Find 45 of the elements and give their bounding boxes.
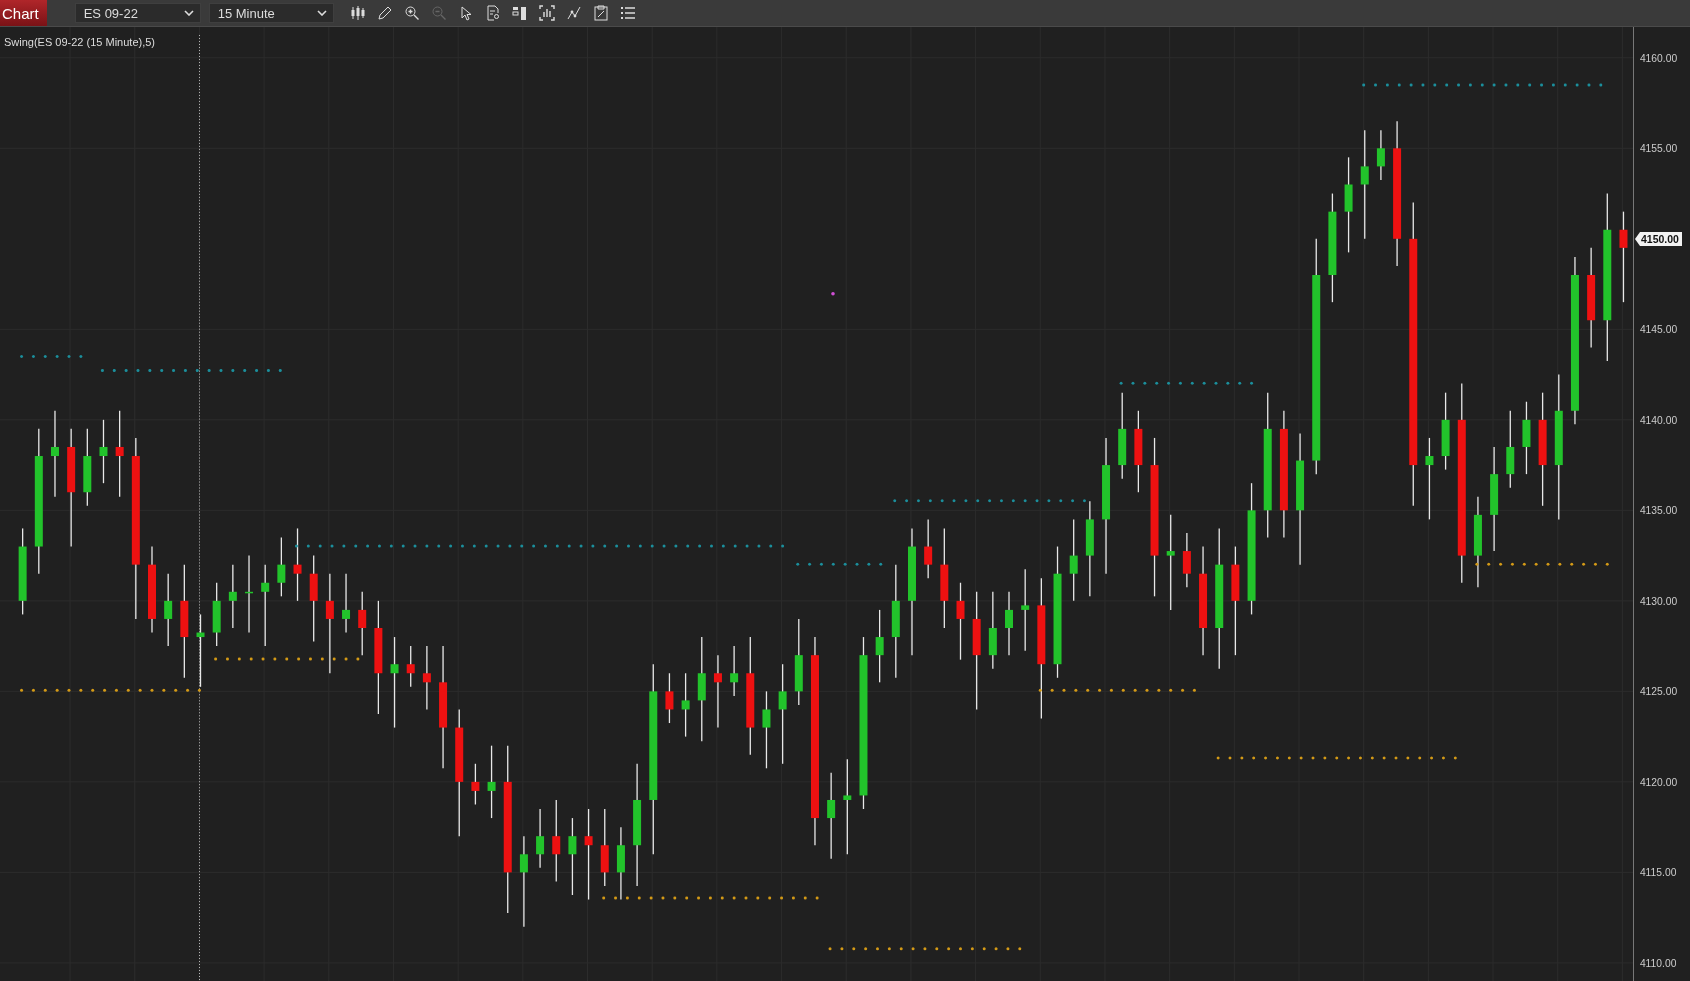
candle	[1182, 532, 1191, 588]
candle	[99, 419, 108, 484]
axis-label: 4115.00	[1639, 867, 1677, 879]
candle	[924, 518, 933, 579]
axis-label: 4110.00	[1639, 957, 1677, 969]
axis-label: 4140.00	[1639, 414, 1678, 426]
axis-label: 4155.00	[1639, 143, 1678, 155]
swing-high-dots	[20, 354, 83, 358]
axis-label: 4130.00	[1639, 595, 1678, 607]
zoom-in-icon[interactable]	[403, 5, 420, 21]
candle	[471, 763, 480, 806]
candle	[228, 564, 237, 629]
candle	[1376, 129, 1385, 181]
candle	[730, 645, 739, 697]
current-price-label: 4150.00	[1635, 232, 1682, 246]
candle	[277, 536, 286, 597]
candle	[422, 645, 431, 711]
candle	[665, 672, 674, 724]
candle	[681, 672, 690, 738]
candle	[406, 645, 415, 688]
axis-label: 4135.00	[1639, 505, 1678, 517]
marker-dot	[831, 291, 835, 296]
candle	[536, 808, 545, 869]
candle	[342, 573, 351, 634]
axis-label: 4160.00	[1639, 52, 1678, 64]
instrument-dropdown[interactable]: ES 09-22	[74, 3, 201, 23]
candle	[212, 582, 221, 647]
chart-tab[interactable]: Chart	[0, 0, 47, 26]
interval-dropdown[interactable]: 15 Minute	[208, 3, 334, 23]
axis-label: 4120.00	[1639, 776, 1678, 788]
chevron-down-icon	[183, 10, 194, 16]
candle	[1005, 591, 1013, 656]
panel-icon[interactable]	[511, 5, 528, 21]
bar-chart-icon[interactable]	[538, 5, 555, 21]
chevron-down-icon	[316, 10, 327, 16]
document-search-icon[interactable]	[484, 5, 501, 21]
indicator-label: Swing(ES 09-22 (15 Minute),5)	[4, 36, 155, 48]
list-icon[interactable]	[619, 5, 636, 21]
candle	[358, 591, 367, 656]
line-chart-icon[interactable]	[565, 5, 582, 21]
axis-label: 4125.00	[1639, 686, 1678, 698]
clipboard-icon[interactable]	[592, 5, 609, 21]
axis-label: 4145.00	[1639, 324, 1678, 336]
candlestick-icon[interactable]	[349, 5, 366, 21]
pencil-icon[interactable]	[376, 5, 393, 21]
